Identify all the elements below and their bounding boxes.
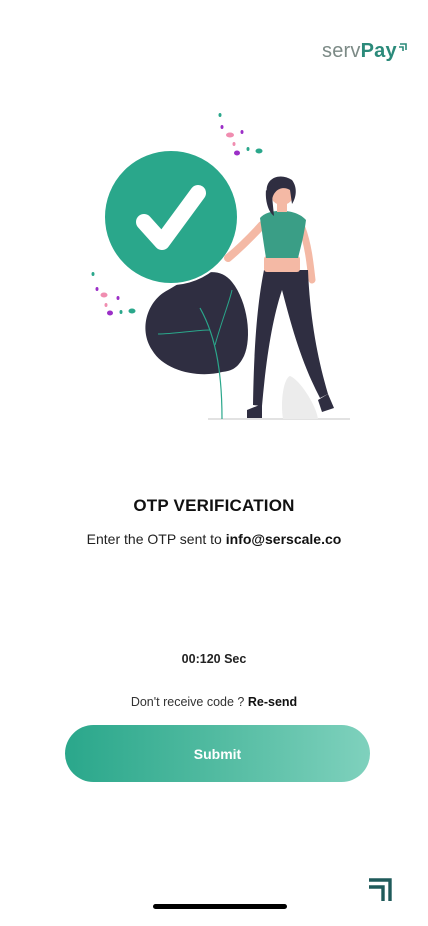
- otp-instruction: Enter the OTP sent to info@serscale.co: [0, 531, 428, 547]
- otp-email: info@serscale.co: [225, 531, 342, 547]
- countdown-timer: 00:120 Sec: [181, 652, 247, 666]
- logo-arrow-icon: [398, 43, 407, 51]
- confetti-top: [218, 113, 263, 156]
- checkmark-icon: [103, 149, 239, 285]
- corner-arrow-icon[interactable]: [366, 874, 396, 904]
- resend-link[interactable]: Re-send: [248, 695, 297, 709]
- submit-button[interactable]: Submit: [65, 725, 370, 782]
- logo-pay-text: Pay: [360, 40, 397, 62]
- servpay-logo: serv Pay: [322, 40, 410, 63]
- resend-row: Don't receive code ? Re-send: [0, 695, 428, 709]
- confetti-left: [91, 272, 136, 316]
- logo-serv-text: serv: [322, 40, 361, 62]
- otp-instruction-text: Enter the OTP sent to: [86, 531, 222, 547]
- page-title: OTP VERIFICATION: [133, 496, 295, 515]
- resend-prompt: Don't receive code ?: [130, 695, 245, 709]
- home-indicator[interactable]: [153, 904, 287, 909]
- otp-verification-screen: serv Pay OTP VERIFICATION Enter the OTP …: [0, 0, 428, 926]
- woman-with-checkmark-illustration: [91, 113, 350, 420]
- woman-figure: [224, 176, 334, 418]
